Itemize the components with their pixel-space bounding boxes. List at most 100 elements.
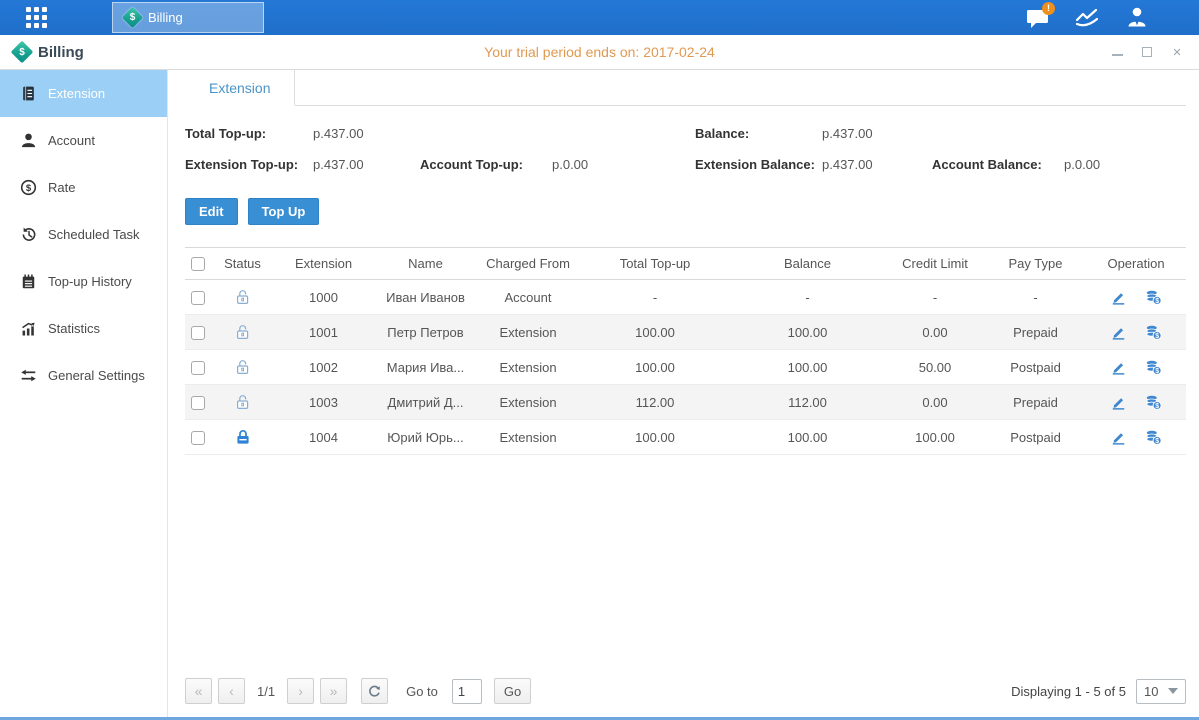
titlebar: $ Billing Your trial period ends on: 201…: [0, 35, 1199, 70]
cell-balance: 112.00: [730, 385, 885, 420]
notifications-button[interactable]: !: [1023, 4, 1051, 32]
sidebar-item-general-settings[interactable]: General Settings: [0, 352, 167, 399]
table-row: 1000 Иван Иванов Account - - - - $: [185, 280, 1186, 315]
sidebar-item-rate[interactable]: $ Rate: [0, 164, 167, 211]
balance-summary: Total Top-up: p.437.00 Balance: p.437.00…: [185, 118, 1186, 180]
table-row: 1003 Дмитрий Д... Extension 112.00 112.0…: [185, 385, 1186, 420]
cell-total-topup: 100.00: [580, 350, 730, 385]
edit-row-button[interactable]: [1110, 359, 1127, 376]
close-button[interactable]: ×: [1169, 44, 1185, 60]
next-page-button[interactable]: ›: [287, 678, 314, 704]
top-up-row-button[interactable]: $: [1145, 429, 1162, 446]
goto-page-input[interactable]: [452, 679, 482, 704]
go-button[interactable]: Go: [494, 678, 531, 704]
top-up-row-button[interactable]: $: [1145, 289, 1162, 306]
line-chart-icon: [1074, 6, 1100, 30]
cell-total-topup: 100.00: [580, 315, 730, 350]
cell-charged-from: Extension: [476, 350, 580, 385]
row-checkbox[interactable]: [191, 396, 205, 410]
top-up-row-button[interactable]: $: [1145, 394, 1162, 411]
sidebar-item-account[interactable]: Account: [0, 117, 167, 164]
top-up-button[interactable]: Top Up: [248, 198, 320, 225]
apps-grid-icon: [26, 7, 47, 28]
apps-menu-button[interactable]: [0, 0, 72, 35]
cell-credit-limit: -: [885, 280, 985, 315]
minimize-button[interactable]: [1109, 44, 1125, 60]
scheduled-task-icon: [20, 226, 37, 243]
cell-credit-limit: 100.00: [885, 420, 985, 455]
balance-value: p.437.00: [822, 126, 932, 141]
goto-label: Go to: [406, 684, 438, 699]
col-header-status: Status: [213, 248, 272, 280]
unlocked-icon: [235, 394, 251, 411]
cell-charged-from: Account: [476, 280, 580, 315]
select-all-checkbox[interactable]: [191, 257, 205, 271]
tab-label: Extension: [209, 80, 270, 96]
extension-topup-label: Extension Top-up:: [185, 157, 313, 172]
edit-row-button[interactable]: [1110, 394, 1127, 411]
sidebar-item-scheduled-task[interactable]: Scheduled Task: [0, 211, 167, 258]
refresh-icon: [367, 684, 382, 699]
extension-topup-value: p.437.00: [313, 157, 420, 172]
edit-row-button[interactable]: [1110, 289, 1127, 306]
col-header-extension: Extension: [272, 248, 375, 280]
col-header-balance: Balance: [730, 248, 885, 280]
reports-button[interactable]: [1073, 4, 1101, 32]
sidebar-item-extension[interactable]: Extension: [0, 70, 167, 117]
sidebar: Extension Account $ Rate Scheduled Task: [0, 70, 168, 717]
user-menu-button[interactable]: [1123, 4, 1151, 32]
page-size-value: 10: [1144, 684, 1158, 699]
sidebar-item-label: Account: [48, 133, 95, 148]
row-checkbox[interactable]: [191, 291, 205, 305]
tab-strip: Extension: [185, 70, 1186, 106]
account-balance-value: p.0.00: [1064, 157, 1186, 172]
svg-text:$: $: [26, 183, 32, 194]
first-page-button[interactable]: «: [185, 678, 212, 704]
page-title: Billing: [38, 44, 84, 61]
tab-extension[interactable]: Extension: [185, 70, 295, 106]
pager-right: Displaying 1 - 5 of 5 10: [1011, 679, 1186, 704]
cell-name: Иван Иванов: [375, 280, 476, 315]
cell-balance: 100.00: [730, 420, 885, 455]
row-checkbox[interactable]: [191, 326, 205, 340]
top-up-row-button[interactable]: $: [1145, 324, 1162, 341]
main-content: Extension Total Top-up: p.437.00 Balance…: [168, 70, 1199, 717]
row-checkbox[interactable]: [191, 431, 205, 445]
total-topup-value: p.437.00: [313, 126, 420, 141]
sidebar-item-statistics[interactable]: Statistics: [0, 305, 167, 352]
refresh-button[interactable]: [361, 678, 388, 704]
prev-page-button[interactable]: ‹: [218, 678, 245, 704]
edit-row-button[interactable]: [1110, 324, 1127, 341]
table-row: 1002 Мария Ива... Extension 100.00 100.0…: [185, 350, 1186, 385]
sidebar-item-topup-history[interactable]: Top-up History: [0, 258, 167, 305]
cell-credit-limit: 50.00: [885, 350, 985, 385]
page-indicator: 1/1: [257, 684, 275, 699]
extension-balance-value: p.437.00: [822, 157, 932, 172]
topbar-tab-label: Billing: [148, 10, 183, 25]
svg-text:$: $: [1155, 298, 1159, 305]
extension-icon: [20, 85, 37, 102]
row-checkbox[interactable]: [191, 361, 205, 375]
edit-row-button[interactable]: [1110, 429, 1127, 446]
cell-name: Мария Ива...: [375, 350, 476, 385]
window-body: Extension Account $ Rate Scheduled Task: [0, 70, 1199, 717]
cell-balance: -: [730, 280, 885, 315]
col-header-total-topup: Total Top-up: [580, 248, 730, 280]
content-spacer: [185, 455, 1186, 673]
maximize-button[interactable]: [1139, 44, 1155, 60]
sidebar-item-label: Scheduled Task: [48, 227, 140, 242]
page-size-select[interactable]: 10: [1136, 679, 1186, 704]
cell-extension: 1001: [272, 315, 375, 350]
extensions-table: Status Extension Name Charged From Total…: [185, 247, 1186, 455]
table-header-row: Status Extension Name Charged From Total…: [185, 248, 1186, 280]
topbar-tab-billing[interactable]: $ Billing: [112, 2, 264, 33]
top-up-row-button[interactable]: $: [1145, 359, 1162, 376]
last-page-button[interactable]: »: [320, 678, 347, 704]
rate-icon: $: [20, 179, 37, 196]
svg-text:$: $: [1155, 333, 1159, 340]
billing-app-window: $ Billing !: [0, 0, 1199, 720]
sidebar-item-label: Top-up History: [48, 274, 132, 289]
cell-credit-limit: 0.00: [885, 315, 985, 350]
billing-diamond-icon: $: [11, 41, 34, 64]
edit-button[interactable]: Edit: [185, 198, 238, 225]
